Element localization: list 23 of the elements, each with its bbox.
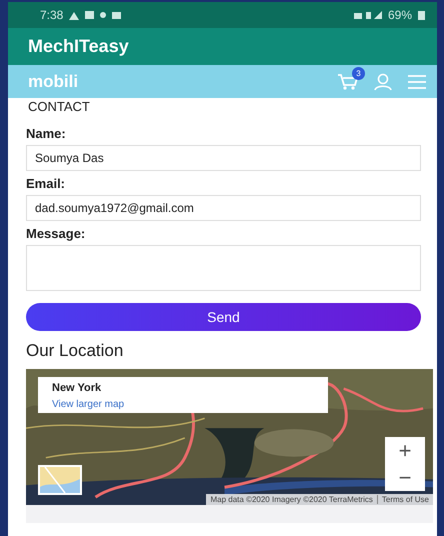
status-time: 7:38	[40, 8, 64, 22]
field-label: Name:	[26, 126, 67, 141]
section-heading: Our Location	[26, 341, 124, 361]
warning-icon	[69, 10, 80, 20]
input-field[interactable]: dad.soumya1972@gmail.com	[26, 195, 421, 221]
map-attribution: Map data ©2020 Imagery ©2020 TerraMetrics	[210, 495, 378, 504]
send-button[interactable]: Send	[26, 303, 421, 331]
map-layer-button[interactable]	[38, 465, 82, 495]
user-icon[interactable]	[373, 72, 393, 90]
page-heading: CONTACT	[27, 98, 91, 116]
terms-link[interactable]: Terms of Use	[382, 495, 429, 504]
app-title: MechITeasy	[28, 36, 129, 57]
message-field[interactable]	[26, 245, 421, 291]
menu-icon[interactable]	[407, 74, 427, 90]
signal-icon	[354, 10, 382, 20]
input-field[interactable]: Soumya Das	[26, 145, 421, 171]
place-name: New York	[52, 382, 102, 394]
view-map-link[interactable]: View larger map	[52, 399, 124, 410]
cart-badge: 3	[352, 66, 365, 80]
field-label: Email:	[26, 176, 66, 191]
battery-icon	[418, 10, 425, 20]
battery-level: 69%	[388, 8, 412, 22]
field-label: Message:	[26, 226, 86, 241]
